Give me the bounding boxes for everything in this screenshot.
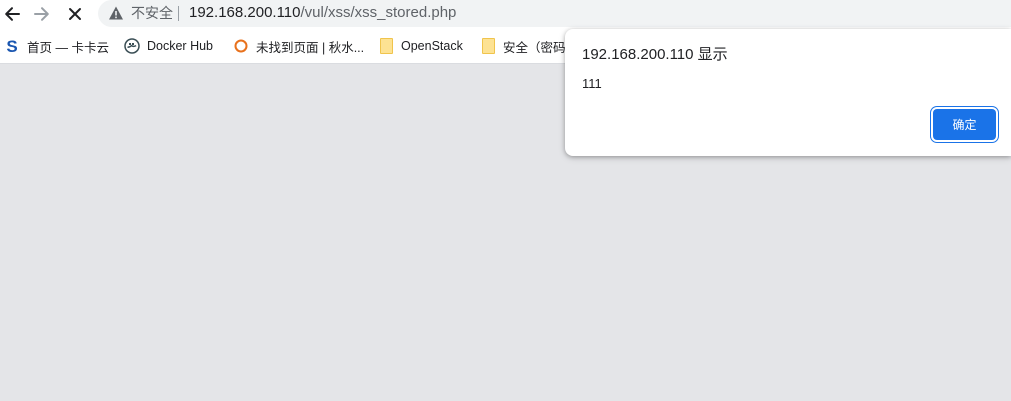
arrow-left-icon [5, 7, 20, 21]
bookmark-label: Docker Hub [147, 39, 213, 53]
forward-button[interactable] [30, 2, 54, 26]
orange-ring-icon [233, 38, 249, 54]
bookmark-label: OpenStack [401, 39, 463, 53]
arrow-right-icon [34, 7, 49, 21]
back-button[interactable] [0, 2, 24, 26]
bookmark-docker-hub[interactable]: Docker Hub [124, 37, 213, 55]
address-bar[interactable]: 不安全 192.168.200.110/vul/xss/xss_stored.p… [98, 0, 1011, 27]
bookmark-folder-openstack[interactable]: OpenStack [378, 37, 463, 55]
bookmark-label: 首页 — 卡卡云 [27, 40, 109, 55]
ok-button[interactable]: 确定 [933, 109, 996, 140]
dialog-message: 111 [582, 76, 602, 91]
close-x-icon [69, 8, 81, 20]
security-status-label[interactable]: 不安全 [131, 5, 173, 21]
stop-loading-button[interactable] [63, 2, 87, 26]
docker-hub-icon [124, 38, 140, 54]
url-path: /vul/xss/xss_stored.php [300, 4, 457, 21]
bookmark-kakayun[interactable]: S 首页 — 卡卡云 [4, 37, 109, 55]
bookmark-folder-security[interactable]: 安全（密码 [480, 37, 566, 55]
dialog-title: 192.168.200.110 显示 [582, 46, 728, 63]
bookmark-label: 安全（密码 [503, 40, 566, 55]
url-host: 192.168.200.110 [189, 4, 301, 21]
svg-text:S: S [6, 38, 17, 54]
kakayun-s-icon: S [4, 38, 20, 54]
url-text[interactable]: 192.168.200.110/vul/xss/xss_stored.php [189, 4, 456, 22]
address-separator [178, 6, 179, 21]
bookmark-qiushui[interactable]: 未找到页面 | 秋水... [233, 37, 364, 55]
alert-dialog: 192.168.200.110 显示 111 确定 [565, 29, 1011, 156]
folder-icon [480, 38, 496, 54]
bookmark-label: 未找到页面 | 秋水... [256, 40, 365, 55]
folder-icon [378, 38, 394, 54]
warning-triangle-icon [109, 6, 123, 20]
browser-toolbar: 不安全 192.168.200.110/vul/xss/xss_stored.p… [0, 0, 1011, 28]
